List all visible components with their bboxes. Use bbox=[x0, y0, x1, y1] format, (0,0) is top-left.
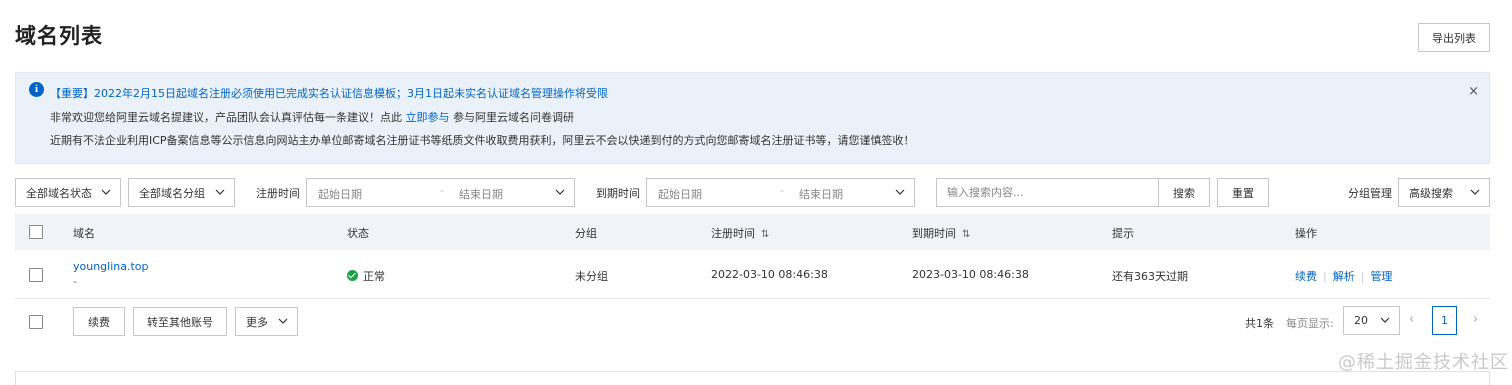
column-actions: 操作 bbox=[1295, 227, 1317, 240]
exp-end-date[interactable]: 结束日期 bbox=[799, 186, 843, 202]
more-actions-select[interactable]: 更多 bbox=[235, 307, 298, 336]
chevron-down-icon bbox=[1470, 189, 1480, 195]
range-separator: - bbox=[780, 184, 784, 197]
domain-group-select-value: 全部域名分组 bbox=[139, 186, 205, 200]
status-cell: 正常 bbox=[347, 268, 385, 284]
domain-group-select[interactable]: 全部域名分组 bbox=[128, 178, 235, 207]
notice-banner: i 【重要】2022年2月15日起域名注册必须使用已完成实名认证信息模板；3月1… bbox=[15, 72, 1490, 164]
divider: | bbox=[1360, 270, 1365, 283]
batch-select-checkbox[interactable] bbox=[29, 315, 43, 329]
more-actions-label: 更多 bbox=[246, 315, 268, 329]
exp-start-date[interactable]: 起始日期 bbox=[658, 186, 702, 202]
range-separator: - bbox=[440, 184, 444, 197]
domain-name-link[interactable]: younglina.top bbox=[73, 260, 149, 273]
reg-start-date[interactable]: 起始日期 bbox=[318, 186, 362, 202]
advanced-search-select[interactable]: 高级搜索 bbox=[1398, 178, 1490, 207]
per-page-select[interactable]: 20 bbox=[1343, 306, 1400, 335]
transfer-account-button[interactable]: 转至其他账号 bbox=[133, 307, 227, 336]
notice-line-warning: 近期有不法企业利用ICP备案信息等公示信息向网站主办单位邮寄域名注册证书等纸质文… bbox=[50, 134, 915, 147]
column-reg-time-label: 注册时间 bbox=[711, 227, 755, 240]
page-title: 域名列表 bbox=[15, 24, 103, 48]
domain-remark: - bbox=[73, 275, 77, 288]
per-page-value: 20 bbox=[1354, 314, 1368, 327]
group-manage-link[interactable]: 分组管理 bbox=[1348, 185, 1392, 201]
per-page-label: 每页显示: bbox=[1286, 317, 1334, 330]
page-button-current[interactable]: 1 bbox=[1432, 306, 1457, 335]
column-hint: 提示 bbox=[1112, 227, 1134, 240]
exp-time-cell: 2023-03-10 08:46:38 bbox=[912, 268, 1029, 281]
group-cell: 未分组 bbox=[575, 270, 608, 283]
reg-time-range-picker[interactable]: 起始日期 - 结束日期 bbox=[306, 178, 575, 207]
notice-line-survey: 非常欢迎您给阿里云域名提建议，产品团队会认真评估每一条建议！点此 立即参与 参与… bbox=[50, 109, 574, 125]
chevron-down-icon bbox=[555, 189, 565, 195]
hint-cell: 还有363天过期 bbox=[1112, 270, 1188, 283]
search-input[interactable] bbox=[936, 178, 1159, 207]
status-text: 正常 bbox=[363, 270, 385, 283]
prev-page-icon[interactable]: ‹ bbox=[1409, 312, 1414, 327]
chevron-down-icon bbox=[1380, 317, 1390, 323]
check-circle-icon bbox=[347, 270, 358, 281]
domain-status-select-value: 全部域名状态 bbox=[26, 186, 92, 200]
join-survey-link[interactable]: 立即参与 bbox=[406, 111, 450, 124]
chevron-down-icon bbox=[101, 189, 111, 195]
close-icon[interactable]: × bbox=[1468, 85, 1479, 99]
divider: | bbox=[1323, 270, 1327, 283]
column-exp-time-label: 到期时间 bbox=[912, 227, 956, 240]
manage-link[interactable]: 管理 bbox=[1370, 270, 1392, 283]
column-domain: 域名 bbox=[73, 227, 95, 240]
actions-cell: 续费 | 解析 | 管理 bbox=[1295, 268, 1392, 284]
notice-survey-text-after: 参与阿里云域名问卷调研 bbox=[453, 111, 574, 124]
reg-time-cell: 2022-03-10 08:46:38 bbox=[711, 268, 828, 281]
reg-time-label: 注册时间 bbox=[256, 187, 300, 200]
next-panel-edge bbox=[15, 371, 1490, 385]
chevron-down-icon bbox=[215, 189, 225, 195]
dns-resolve-link[interactable]: 解析 bbox=[1333, 270, 1355, 283]
notice-survey-text: 非常欢迎您给阿里云域名提建议，产品团队会认真评估每一条建议！点此 bbox=[50, 111, 402, 124]
info-icon: i bbox=[29, 82, 44, 97]
domain-status-select[interactable]: 全部域名状态 bbox=[15, 178, 121, 207]
batch-renew-button[interactable]: 续费 bbox=[73, 307, 125, 336]
notice-line-important: 【重要】2022年2月15日起域名注册必须使用已完成实名认证信息模板；3月1日起… bbox=[50, 87, 608, 100]
column-reg-time[interactable]: 注册时间 ⇅ bbox=[711, 225, 769, 241]
row-checkbox[interactable] bbox=[29, 268, 43, 282]
column-status: 状态 bbox=[347, 227, 369, 240]
sort-icon[interactable]: ⇅ bbox=[761, 229, 769, 240]
exp-time-range-picker[interactable]: 起始日期 - 结束日期 bbox=[646, 178, 915, 207]
sort-icon[interactable]: ⇅ bbox=[962, 229, 970, 240]
column-exp-time[interactable]: 到期时间 ⇅ bbox=[912, 225, 970, 241]
search-button[interactable]: 搜索 bbox=[1158, 178, 1210, 207]
select-all-checkbox[interactable] bbox=[29, 225, 43, 239]
renew-link[interactable]: 续费 bbox=[1295, 270, 1317, 283]
total-count: 共1条 bbox=[1245, 317, 1274, 330]
chevron-down-icon bbox=[278, 318, 288, 324]
exp-time-label: 到期时间 bbox=[596, 187, 640, 200]
column-group: 分组 bbox=[575, 227, 597, 240]
export-list-button[interactable]: 导出列表 bbox=[1418, 23, 1490, 52]
next-page-icon[interactable]: › bbox=[1473, 312, 1478, 327]
chevron-down-icon bbox=[895, 189, 905, 195]
reset-button[interactable]: 重置 bbox=[1217, 178, 1269, 207]
advanced-search-label: 高级搜索 bbox=[1409, 186, 1453, 200]
reg-end-date[interactable]: 结束日期 bbox=[459, 186, 503, 202]
domain-name-text[interactable]: younglina.top bbox=[73, 260, 149, 273]
